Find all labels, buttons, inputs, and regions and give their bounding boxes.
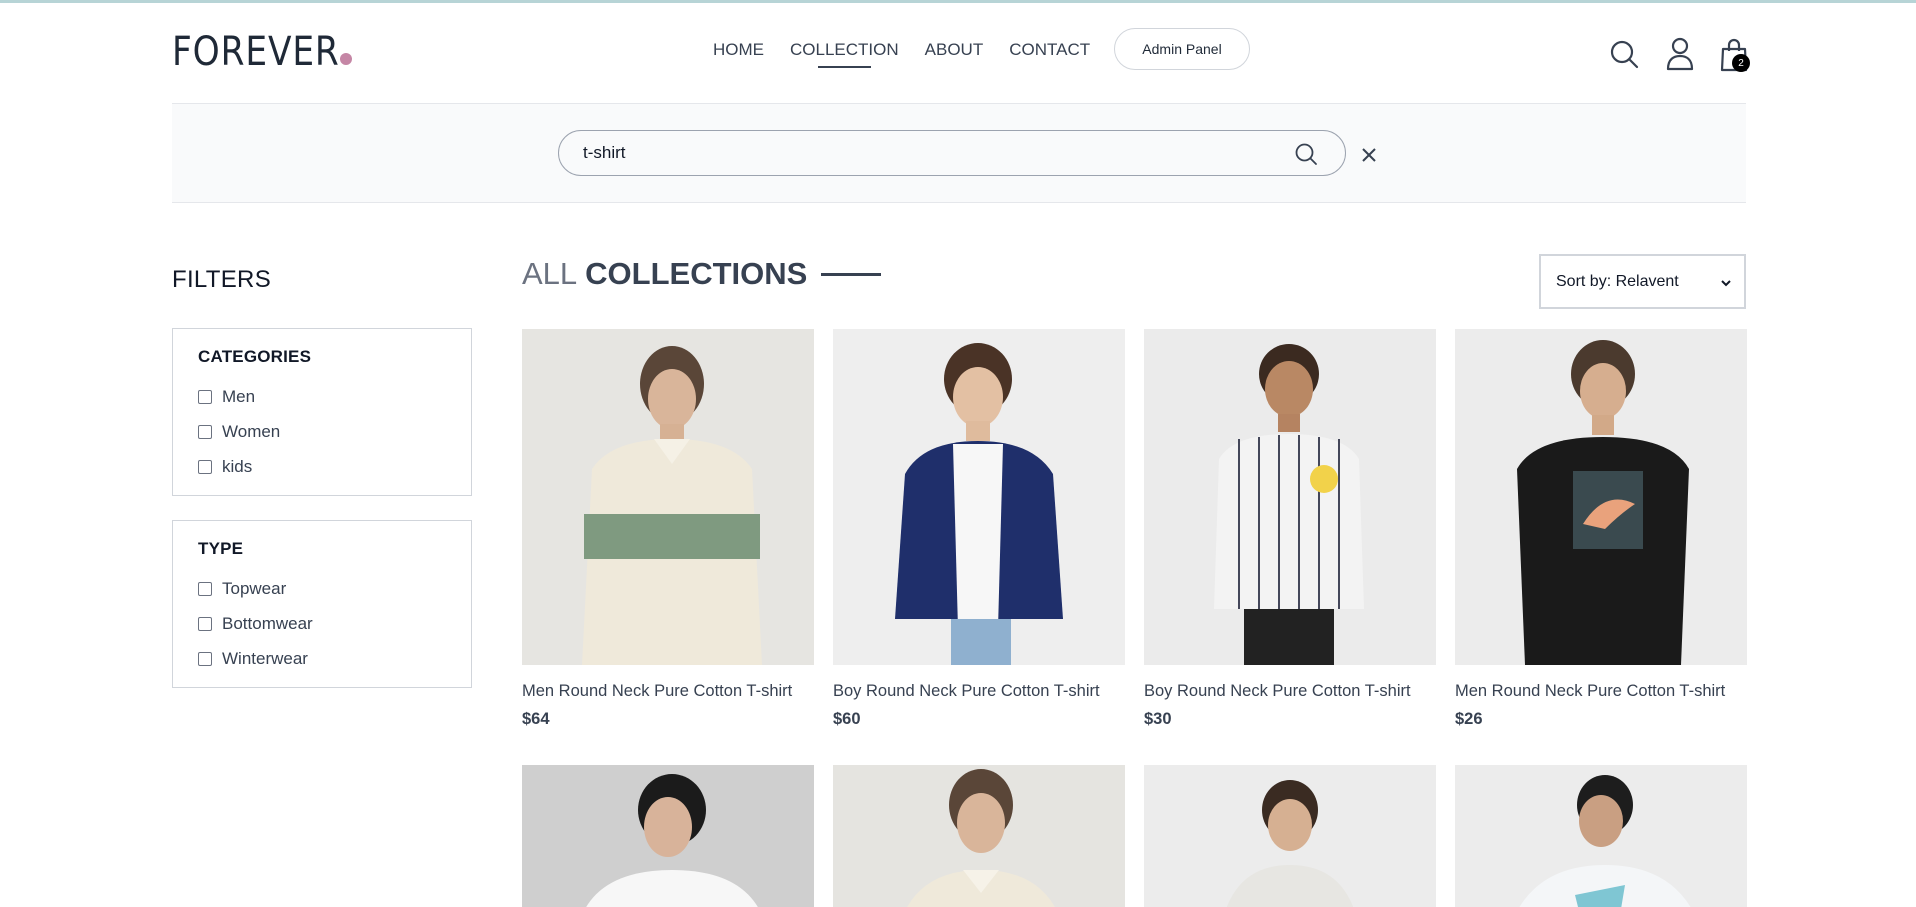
- categories-heading: CATEGORIES: [198, 347, 312, 366]
- checkbox[interactable]: [198, 424, 212, 439]
- product-card[interactable]: Boy Round Neck Pure Cotton T-shirt $60: [833, 329, 1125, 729]
- logo-dot: [340, 53, 352, 65]
- collection-title-bold: COLLECTIONS: [585, 256, 808, 291]
- product-card[interactable]: Men Round Neck Pure Cotton T-shirt $26: [1455, 329, 1747, 729]
- filter-option-topwear[interactable]: Topwear: [198, 571, 446, 606]
- filter-option-label: kids: [222, 456, 253, 476]
- product-name[interactable]: Men Round Neck Pure Cotton T-shirt: [522, 682, 814, 701]
- cart-count-badge: 2: [1732, 54, 1750, 72]
- title-rule: [821, 272, 882, 276]
- filter-option-label: Women: [222, 421, 281, 441]
- product-card[interactable]: [1455, 765, 1747, 907]
- product-image[interactable]: [522, 765, 814, 907]
- chevron-down-icon: [1720, 276, 1732, 288]
- product-name[interactable]: Boy Round Neck Pure Cotton T-shirt: [1144, 682, 1436, 701]
- product-card[interactable]: Boy Round Neck Pure Cotton T-shirt $30: [1144, 329, 1436, 729]
- product-card[interactable]: Men Round Neck Pure Cotton T-shirt $64: [522, 329, 814, 729]
- checkbox[interactable]: [198, 389, 212, 404]
- product-card[interactable]: [522, 765, 814, 907]
- sort-select[interactable]: Sort by: Relavent: [1539, 254, 1746, 309]
- nav-home[interactable]: HOME: [713, 40, 764, 60]
- checkbox[interactable]: [198, 616, 212, 631]
- nav-contact[interactable]: CONTACT: [1009, 40, 1090, 60]
- product-image[interactable]: [833, 329, 1125, 665]
- collection-title-light: ALL: [522, 256, 578, 291]
- type-filter: TYPE Topwear Bottomwear Winterwear: [172, 520, 472, 688]
- collection-title: ALL COLLECTIONS: [522, 256, 882, 292]
- product-card[interactable]: [1144, 765, 1436, 907]
- type-heading: TYPE: [198, 539, 244, 558]
- filter-option-men[interactable]: Men: [198, 379, 446, 414]
- nav-collection-label: COLLECTION: [790, 40, 899, 59]
- nav-about-label: ABOUT: [924, 40, 984, 59]
- product-name[interactable]: Men Round Neck Pure Cotton T-shirt: [1455, 682, 1747, 701]
- filter-option-women[interactable]: Women: [198, 414, 446, 449]
- product-image[interactable]: [1144, 765, 1436, 907]
- filter-option-label: Men: [222, 386, 256, 406]
- sort-label: Sort by: Relavent: [1556, 272, 1679, 290]
- product-image[interactable]: [1455, 765, 1747, 907]
- filter-option-winterwear[interactable]: Winterwear: [198, 641, 446, 676]
- filters-title[interactable]: FILTERS: [172, 266, 271, 294]
- nav-contact-label: CONTACT: [1009, 40, 1091, 59]
- product-image[interactable]: [1144, 329, 1436, 665]
- checkbox[interactable]: [198, 581, 212, 596]
- categories-filter: CATEGORIES Men Women kids: [172, 328, 472, 496]
- product-price: $26: [1455, 710, 1483, 728]
- brand-logo[interactable]: FOREVER: [172, 29, 340, 75]
- filter-option-label: Bottomwear: [222, 613, 313, 633]
- product-price: $60: [833, 710, 861, 728]
- active-underline: [818, 66, 871, 68]
- product-image[interactable]: [1455, 329, 1747, 665]
- filter-option-bottomwear[interactable]: Bottomwear: [198, 606, 446, 641]
- nav-collection[interactable]: COLLECTION: [790, 40, 899, 68]
- checkbox[interactable]: [198, 459, 212, 474]
- site-header: FOREVER HOME COLLECTION ABOUT CONTACT Ad…: [172, 3, 1750, 104]
- nav-about[interactable]: ABOUT: [925, 40, 984, 60]
- search-submit-icon[interactable]: [1294, 142, 1318, 166]
- search-input[interactable]: [583, 131, 1283, 175]
- search-box: [558, 130, 1346, 176]
- checkbox[interactable]: [198, 651, 212, 666]
- filter-option-label: Winterwear: [222, 648, 308, 668]
- search-band: [172, 104, 1746, 203]
- product-image[interactable]: [522, 329, 814, 665]
- product-name[interactable]: Boy Round Neck Pure Cotton T-shirt: [833, 682, 1125, 701]
- admin-panel-button[interactable]: Admin Panel: [1114, 28, 1250, 70]
- product-price: $64: [522, 710, 550, 728]
- product-card[interactable]: [833, 765, 1125, 907]
- product-price: $30: [1144, 710, 1172, 728]
- product-image[interactable]: [833, 765, 1125, 907]
- close-search-icon[interactable]: [1360, 146, 1378, 164]
- nav-home-label: HOME: [713, 40, 764, 59]
- main-nav: HOME COLLECTION ABOUT CONTACT: [713, 40, 1090, 68]
- filter-option-kids[interactable]: kids: [198, 449, 446, 484]
- search-icon[interactable]: [1609, 39, 1639, 69]
- filter-option-label: Topwear: [222, 578, 287, 598]
- user-icon[interactable]: [1665, 37, 1695, 71]
